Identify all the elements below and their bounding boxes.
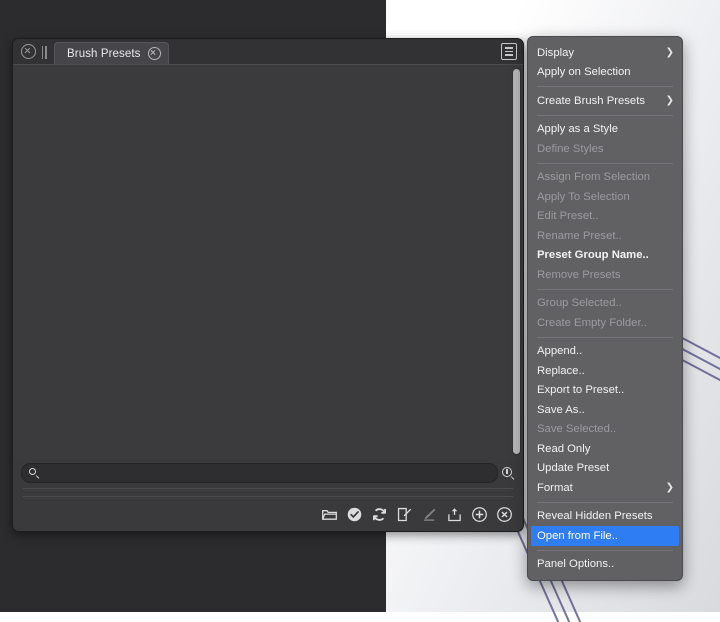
menu-item-reveal-hidden-presets[interactable]: Reveal Hidden Presets (528, 507, 682, 527)
menu-item-preset-group-name[interactable]: Preset Group Name.. (528, 246, 682, 266)
refresh-icon[interactable] (371, 506, 388, 523)
menu-item-append[interactable]: Append.. (528, 342, 682, 362)
menu-item-label: Remove Presets (537, 268, 621, 281)
menu-item-label: Apply on Selection (537, 66, 631, 79)
menu-item-label: Append.. (537, 345, 583, 358)
menu-item-label: Export to Preset.. (537, 384, 625, 397)
menu-separator (537, 162, 673, 164)
menu-item-export-to-preset[interactable]: Export to Preset.. (528, 381, 682, 401)
menu-item-assign-from-selection: Assign From Selection (528, 168, 682, 188)
scrollbar-thumb[interactable] (513, 69, 520, 454)
menu-item-label: Panel Options.. (537, 558, 615, 571)
menu-item-label: Assign From Selection (537, 171, 651, 184)
chevron-right-icon: ❯ (665, 46, 674, 58)
zoom-in-icon[interactable] (502, 466, 515, 480)
menu-item-label: Edit Preset.. (537, 210, 599, 223)
menu-item-panel-options[interactable]: Panel Options.. (528, 555, 682, 575)
menu-item-save-as[interactable]: Save As.. (528, 400, 682, 420)
panel-context-menu[interactable]: Display ❯ Apply on Selection Create Brush P… (527, 36, 683, 581)
search-box[interactable] (21, 463, 498, 483)
plus-circle-icon[interactable] (471, 506, 488, 523)
search-input[interactable] (45, 467, 490, 479)
menu-item-remove-presets: Remove Presets (528, 265, 682, 285)
tab-close-icon[interactable] (147, 47, 161, 60)
hamburger-menu-icon[interactable] (501, 43, 517, 60)
menu-item-label: Save Selected.. (537, 423, 617, 436)
menu-item-label: Group Selected.. (537, 297, 622, 310)
menu-separator (537, 288, 673, 290)
menu-item-label: Format (537, 481, 573, 494)
upload-icon[interactable] (446, 506, 463, 523)
drag-grip-icon[interactable] (41, 46, 48, 59)
menu-item-rename-preset: Rename Preset.. (528, 226, 682, 246)
menu-item-label: Save As.. (537, 403, 585, 416)
menu-item-open-from-file[interactable]: Open from File.. (531, 526, 679, 546)
menu-item-update-preset[interactable]: Update Preset (528, 459, 682, 479)
panel-toolbar (13, 497, 523, 531)
panel-tab-bar: Brush Presets (13, 39, 523, 65)
panel-scrollbar[interactable] (512, 68, 521, 455)
menu-item-display[interactable]: Display ❯ (528, 43, 682, 63)
edit-square-icon[interactable] (396, 506, 413, 523)
menu-item-apply-on-selection[interactable]: Apply on Selection (528, 63, 682, 83)
search-row (13, 458, 523, 488)
menu-item-apply-to-selection: Apply To Selection (528, 187, 682, 207)
menu-item-label: Create Brush Presets (537, 94, 645, 107)
menu-item-save-selected: Save Selected.. (528, 420, 682, 440)
menu-separator (537, 114, 673, 116)
menu-item-edit-preset: Edit Preset.. (528, 207, 682, 227)
menu-item-label: Apply To Selection (537, 190, 630, 203)
menu-item-label: Display (537, 46, 575, 59)
close-circle-icon[interactable] (496, 506, 513, 523)
menu-separator (537, 336, 673, 338)
search-icon (29, 467, 40, 479)
menu-item-create-empty-folder: Create Empty Folder.. (528, 313, 682, 333)
menu-item-label: Create Empty Folder.. (537, 316, 647, 329)
menu-item-read-only[interactable]: Read Only (528, 439, 682, 459)
menu-separator (537, 501, 673, 503)
panel-close-button[interactable] (21, 44, 36, 59)
open-folder-icon[interactable] (321, 506, 338, 523)
menu-item-label: Rename Preset.. (537, 229, 622, 242)
menu-item-apply-as-a-style[interactable]: Apply as a Style (528, 120, 682, 140)
menu-separator (537, 549, 673, 551)
brush-presets-panel: Brush Presets (12, 38, 524, 532)
preset-list-area[interactable] (13, 65, 523, 458)
menu-item-define-styles: Define Styles (528, 139, 682, 159)
menu-item-format[interactable]: Format ❯ (528, 478, 682, 498)
chevron-right-icon: ❯ (665, 481, 674, 493)
menu-separator (537, 86, 673, 87)
menu-item-label: Preset Group Name.. (537, 249, 649, 262)
menu-item-label: Define Styles (537, 142, 604, 155)
menu-item-label: Update Preset (537, 462, 610, 475)
menu-item-group-selected: Group Selected.. (528, 294, 682, 314)
tab-label: Brush Presets (67, 47, 141, 60)
menu-item-create-brush-presets[interactable]: Create Brush Presets ❯ (528, 91, 682, 111)
menu-item-label: Open from File.. (537, 529, 618, 542)
menu-item-label: Reveal Hidden Presets (537, 510, 653, 523)
tab-brush-presets[interactable]: Brush Presets (54, 42, 169, 64)
menu-item-label: Replace.. (537, 364, 585, 377)
menu-item-label: Apply as a Style (537, 123, 619, 136)
check-circle-icon[interactable] (346, 506, 363, 523)
chevron-right-icon: ❯ (665, 94, 674, 106)
menu-item-replace[interactable]: Replace.. (528, 361, 682, 381)
pencil-icon (421, 506, 438, 523)
menu-item-label: Read Only (537, 442, 591, 455)
